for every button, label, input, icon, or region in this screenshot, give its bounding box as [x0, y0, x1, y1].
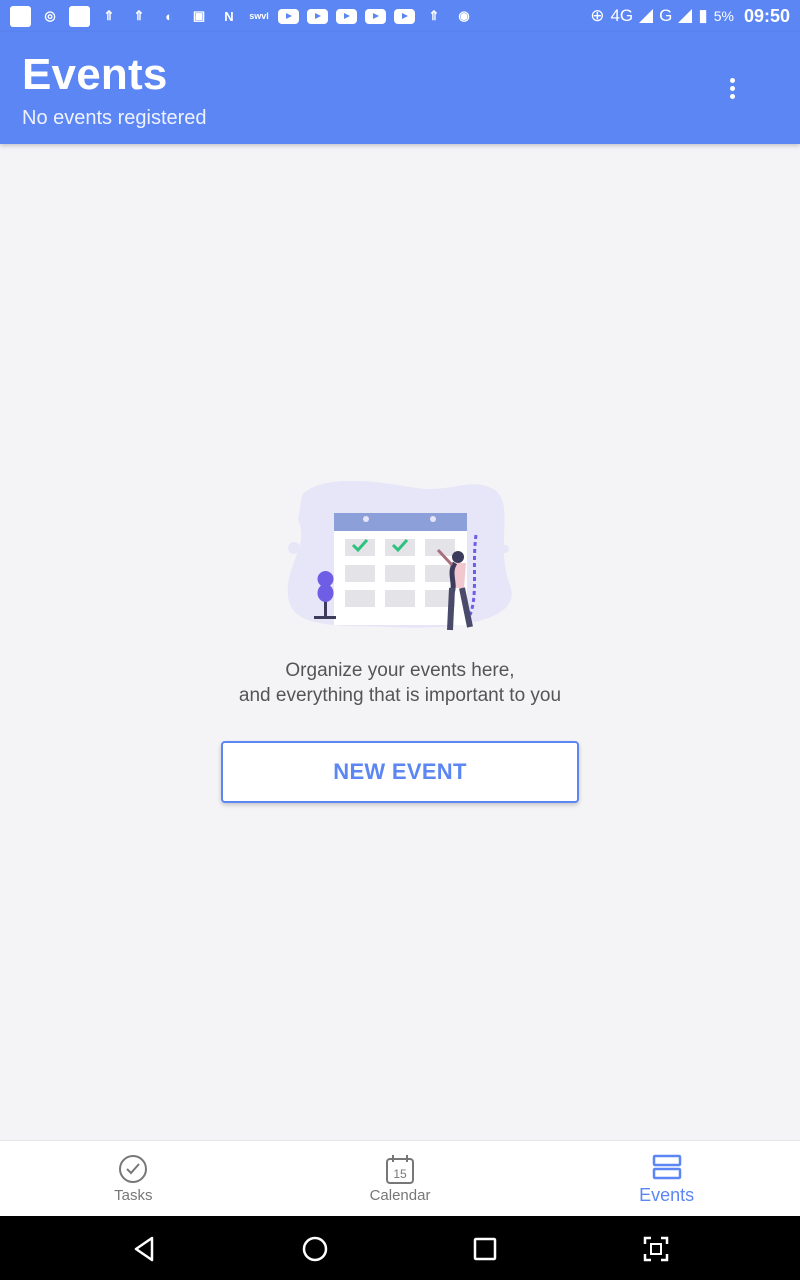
network-type-2: G [659, 6, 673, 25]
page-subtitle: No events registered [22, 107, 207, 129]
battery-level: 5% [713, 8, 734, 24]
ebay-icon [69, 5, 90, 27]
swvl-icon: swvl [249, 11, 269, 21]
screenshot-icon[interactable] [641, 1234, 671, 1264]
empty-state-message: Organize your events here, and everythin… [150, 658, 650, 708]
gallery-icon: ▣ [192, 8, 206, 23]
calendar-icon-day: 15 [393, 1167, 407, 1181]
data-saver-icon: ⊕ [590, 6, 605, 25]
chrome-icon: ◎ [44, 8, 56, 23]
back-icon[interactable] [130, 1234, 160, 1264]
signal-icon [639, 9, 654, 23]
calendar-icon: 15 [386, 1155, 414, 1184]
system-status: ⊕ 4G G ▮ 5% 09:50 [590, 6, 790, 27]
usb-icon: ⇑ [428, 8, 440, 23]
home-icon[interactable] [300, 1234, 330, 1264]
new-event-button[interactable]: NEW EVENT [221, 741, 579, 803]
n-icon: N [224, 8, 234, 24]
free-icon: ◉ [458, 8, 470, 23]
status-bar: ◎ ⇑ ⇑ ◐ ▣ N swvl ⇑ ◉ ⊕ 4G G ▮ 5% 09:50 [0, 0, 800, 32]
recents-icon[interactable] [470, 1234, 500, 1264]
bottom-navigation: Tasks 15 Calendar Events [0, 1140, 800, 1216]
network-type: 4G [610, 6, 634, 25]
empty-state-line-2: and everything that is important to you [238, 685, 562, 706]
nav-label-calendar: Calendar [369, 1187, 431, 1204]
system-nav-bar [0, 1216, 800, 1280]
more-vert-icon[interactable] [716, 72, 748, 104]
usb-icon: ⇑ [103, 8, 115, 23]
notification-icons: ◎ ⇑ ⇑ ◐ ▣ N swvl ⇑ ◉ [10, 5, 475, 27]
calendar-illustration [287, 480, 512, 631]
nav-item-calendar[interactable]: 15 Calendar [267, 1141, 534, 1216]
clock: 09:50 [743, 5, 790, 26]
youtube-icon [394, 8, 415, 24]
events-list-icon [652, 1154, 681, 1180]
nav-label-tasks: Tasks [114, 1187, 153, 1204]
youtube-icon [307, 8, 328, 24]
nav-item-tasks[interactable]: Tasks [0, 1141, 267, 1216]
youtube-icon [365, 8, 386, 24]
app-icon [10, 5, 31, 27]
app-bar: Events No events registered [0, 32, 800, 144]
nav-item-events[interactable]: Events [533, 1141, 800, 1216]
check-circle-icon [119, 1155, 148, 1183]
battery-icon: ▮ [698, 6, 708, 25]
youtube-icon [278, 8, 299, 24]
page-title: Events [22, 50, 168, 99]
empty-state-line-1: Organize your events here, [285, 660, 515, 681]
sync-icon: ◐ [165, 8, 173, 24]
youtube-icon [336, 8, 357, 24]
signal-icon [678, 9, 693, 23]
usb-icon: ⇑ [133, 8, 145, 23]
nav-label-events: Events [639, 1185, 695, 1205]
